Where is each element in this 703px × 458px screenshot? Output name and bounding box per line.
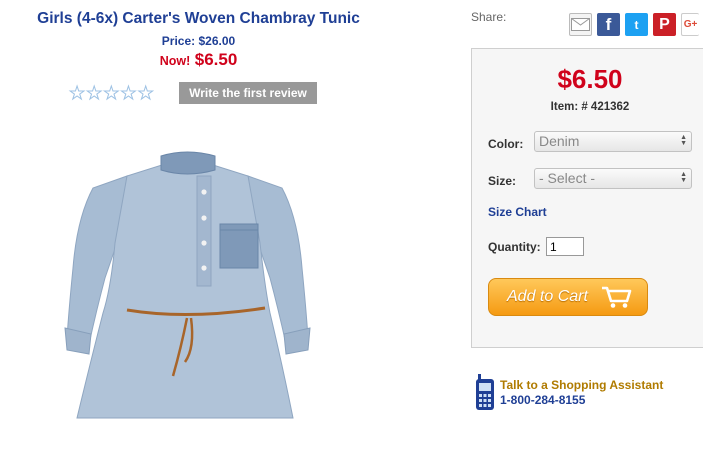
color-label: Color: [488,137,524,151]
now-label: Now! [159,54,191,68]
rating-stars[interactable]: ★ ★ ★ ★ ★ [68,83,154,104]
add-to-cart-label: Add to Cart [507,288,588,305]
add-to-cart-button[interactable]: Add to Cart [488,278,648,316]
quantity-label: Quantity: [488,240,541,254]
write-review-button[interactable]: Write the first review [179,82,317,104]
size-select-value: - Select - [539,170,596,186]
item-number: Item: # 421362 [550,101,630,113]
facebook-icon[interactable]: f [597,13,620,36]
pinterest-icon[interactable]: P [653,13,676,36]
cart-icon [602,286,632,308]
size-chart-link[interactable]: Size Chart [488,205,547,219]
twitter-icon[interactable]: t [625,13,648,36]
product-title: Girls (4-6x) Carter's Woven Chambray Tun… [37,10,360,27]
star-icon[interactable]: ★ [86,83,103,104]
original-price: Price: $26.00 [161,34,236,48]
assistant-phone[interactable]: 1-800-284-8155 [500,393,663,407]
select-arrows-icon: ▲ ▼ [680,134,687,147]
color-select-value: Denim [539,133,580,149]
color-select[interactable]: Denim ▲ ▼ [534,131,692,152]
size-label: Size: [488,174,517,188]
assistant-text: Talk to a Shopping Assistant 1-800-284-8… [500,378,663,407]
star-icon[interactable]: ★ [120,83,137,104]
quantity-input[interactable] [546,237,584,256]
google-plus-icon[interactable]: G+ [681,13,699,36]
size-select[interactable]: - Select - ▲ ▼ [534,168,692,189]
assistant-label: Talk to a Shopping Assistant [500,378,664,392]
share-label: Share: [471,10,507,24]
star-icon[interactable]: ★ [68,83,85,104]
panel-price: $6.50 [557,64,623,94]
star-icon[interactable]: ★ [103,83,120,104]
star-icon[interactable]: ★ [137,83,154,104]
sale-price-line: Now! $6.50 [0,50,397,70]
share-icons: f t P G+ [569,13,699,36]
email-icon[interactable] [569,13,592,36]
purchase-panel: $6.50 Item: # 421362 Color: Denim ▲ ▼ Siz… [471,48,703,348]
shopping-assistant[interactable]: Talk to a Shopping Assistant 1-800-284-8… [474,374,663,411]
select-arrows-icon: ▲ ▼ [680,171,687,184]
now-price: $6.50 [194,50,238,69]
phone-icon [476,374,494,410]
product-image[interactable] [55,148,320,433]
